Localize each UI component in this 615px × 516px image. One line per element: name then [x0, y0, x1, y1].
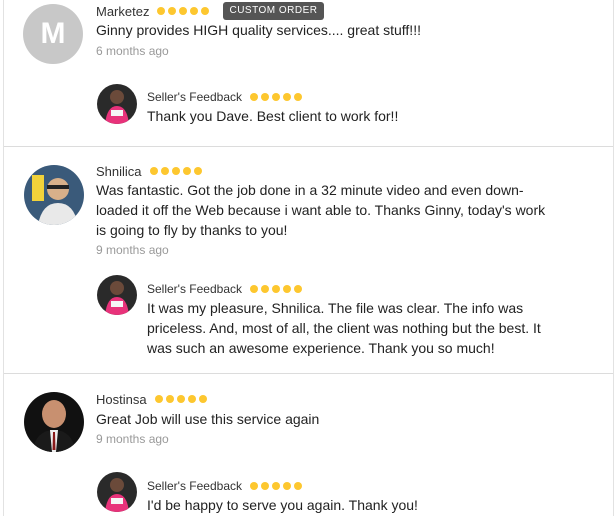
seller-feedback-label: Seller's Feedback	[147, 479, 243, 493]
reviews-panel: M Marketez CUSTOM ORDER Ginny provides H…	[3, 0, 614, 516]
star-icon	[187, 395, 196, 403]
seller-feedback-label: Seller's Feedback	[147, 282, 243, 296]
review-timestamp: 9 months ago	[96, 432, 169, 446]
review-text: Ginny provides HIGH quality services....…	[96, 22, 421, 38]
star-icon	[168, 7, 177, 15]
seller-photo	[97, 84, 137, 124]
review-item: Hostinsa Great Job will use this service…	[4, 374, 613, 516]
star-icon	[182, 167, 191, 175]
review-text-line: is going to fly by thanks to you!	[96, 222, 288, 238]
star-icon	[294, 482, 303, 490]
rating-stars	[157, 7, 210, 15]
avatar[interactable]	[24, 392, 84, 452]
seller-reply-text: Thank you Dave. Best client to work for!…	[147, 108, 399, 124]
star-icon	[283, 285, 292, 293]
star-icon	[176, 395, 185, 403]
avatar[interactable]	[24, 165, 84, 225]
seller-reply-line: priceless. And, most of all, the client …	[147, 320, 541, 336]
seller-reply-line: was such an awesome experience. Thank yo…	[147, 340, 495, 356]
star-icon	[261, 482, 270, 490]
seller-rating-stars	[250, 482, 303, 490]
star-icon	[165, 395, 174, 403]
seller-rating-stars	[250, 93, 303, 101]
seller-avatar[interactable]	[97, 472, 137, 512]
star-icon	[154, 395, 163, 403]
seller-photo	[97, 472, 137, 512]
star-icon	[283, 93, 292, 101]
reviewer-name[interactable]: Shnilica	[96, 164, 142, 179]
seller-reply-text: It was my pleasure, Shnilica. The file w…	[147, 298, 587, 358]
star-icon	[272, 482, 281, 490]
avatar[interactable]: M	[23, 4, 83, 64]
reviewer-name[interactable]: Hostinsa	[96, 392, 147, 407]
star-icon	[250, 93, 259, 101]
star-icon	[250, 482, 259, 490]
reviewer-name[interactable]: Marketez	[96, 4, 149, 19]
review-text-line: Was fantastic. Got the job done in a 32 …	[96, 182, 524, 198]
star-icon	[250, 285, 259, 293]
star-icon	[201, 7, 210, 15]
star-icon	[179, 7, 188, 15]
review-item: M Marketez CUSTOM ORDER Ginny provides H…	[4, 0, 613, 150]
star-icon	[294, 285, 303, 293]
star-icon	[190, 7, 199, 15]
star-icon	[160, 167, 169, 175]
custom-order-badge: CUSTOM ORDER	[223, 2, 324, 20]
star-icon	[261, 93, 270, 101]
review-text: Was fantastic. Got the job done in a 32 …	[96, 180, 596, 240]
review-timestamp: 9 months ago	[96, 243, 169, 257]
review-item: Shnilica Was fantastic. Got the job done…	[4, 147, 613, 373]
seller-reply-text: I'd be happy to serve you again. Thank y…	[147, 497, 418, 513]
star-icon	[157, 7, 166, 15]
star-icon	[283, 482, 292, 490]
review-text: Great Job will use this service again	[96, 411, 320, 427]
rating-stars	[154, 395, 207, 403]
star-icon	[261, 285, 270, 293]
seller-avatar[interactable]	[97, 84, 137, 124]
reviewer-photo	[24, 392, 84, 452]
star-icon	[272, 285, 281, 293]
star-icon	[149, 167, 158, 175]
seller-photo	[97, 275, 137, 315]
star-icon	[198, 395, 207, 403]
seller-avatar[interactable]	[97, 275, 137, 315]
rating-stars	[149, 167, 202, 175]
seller-feedback-label: Seller's Feedback	[147, 90, 243, 104]
review-timestamp: 6 months ago	[96, 44, 169, 58]
review-text-line: loaded it off the Web because i want abl…	[96, 202, 546, 218]
star-icon	[193, 167, 202, 175]
star-icon	[171, 167, 180, 175]
star-icon	[294, 93, 303, 101]
seller-reply-line: It was my pleasure, Shnilica. The file w…	[147, 300, 524, 316]
reviewer-photo	[24, 165, 84, 225]
seller-rating-stars	[250, 285, 303, 293]
star-icon	[272, 93, 281, 101]
